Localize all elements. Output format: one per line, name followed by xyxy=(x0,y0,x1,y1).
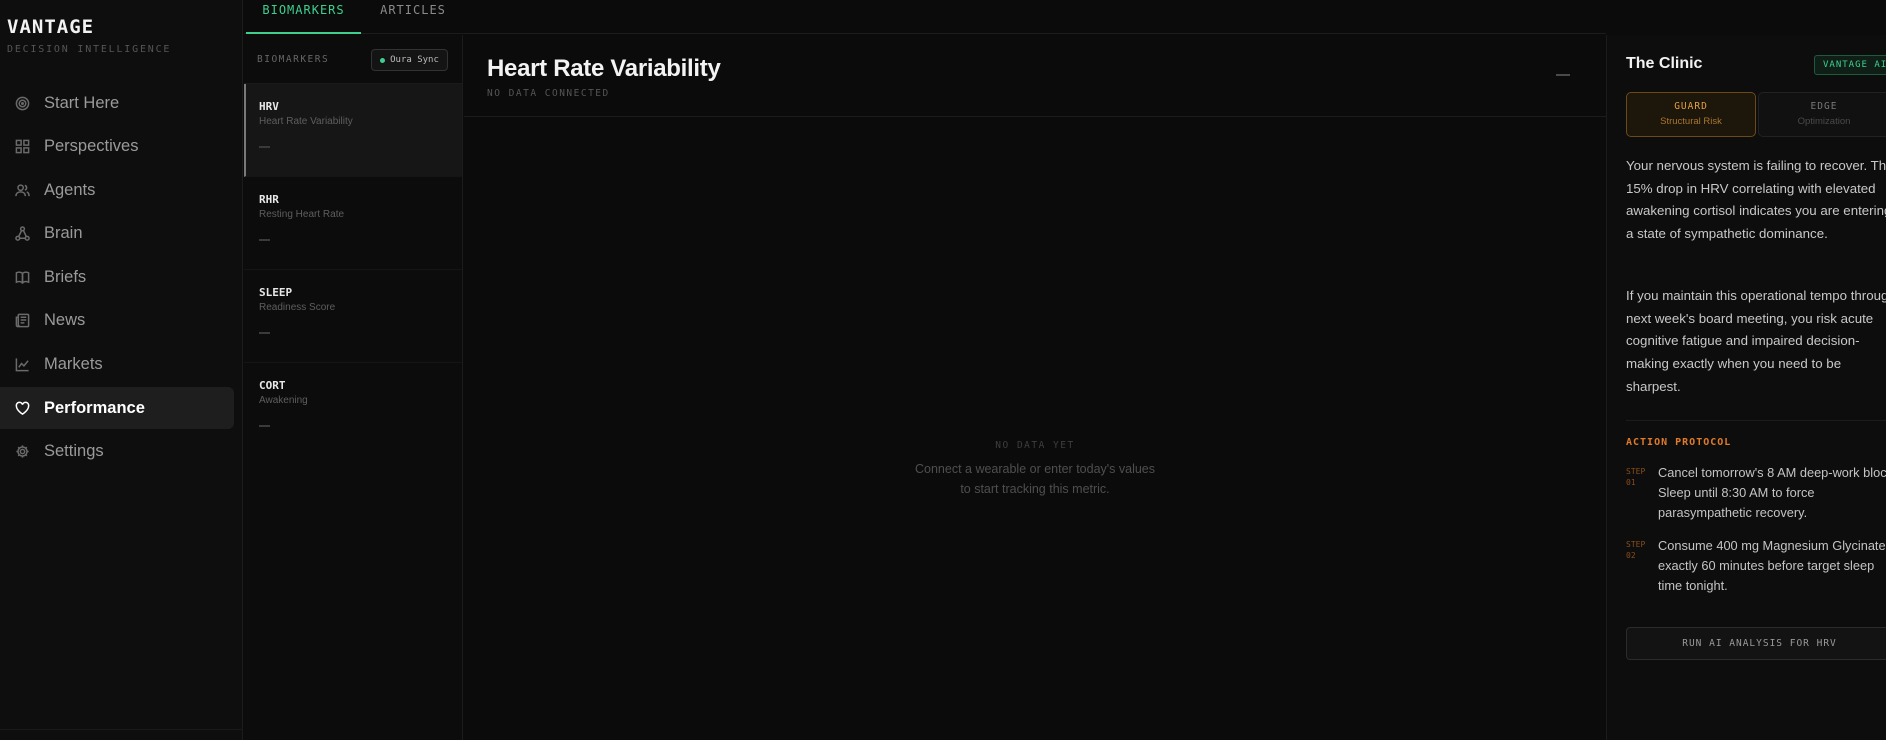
sidebar-item-agents[interactable]: Agents xyxy=(0,169,234,211)
sidebar-item-label: News xyxy=(44,311,86,330)
metric-value-empty xyxy=(1556,74,1570,76)
book-icon xyxy=(15,270,30,285)
empty-state-line-1: Connect a wearable or enter today's valu… xyxy=(914,462,1156,476)
sidebar-divider xyxy=(0,729,243,730)
metric-detail: Heart Rate Variability NO DATA CONNECTED… xyxy=(464,35,1606,740)
biomarker-value-empty xyxy=(259,332,270,334)
sidebar-item-brain[interactable]: Brain xyxy=(0,213,234,255)
step-label: STEP 02 xyxy=(1626,540,1646,560)
sidebar-item-label: Briefs xyxy=(44,267,87,286)
vantage-ai-badge: VANTAGE AI xyxy=(1814,55,1886,75)
newspaper-icon xyxy=(15,313,30,328)
sidebar-item-label: Perspectives xyxy=(44,137,139,156)
empty-state-line-2: to start tracking this metric. xyxy=(960,482,1110,496)
users-icon xyxy=(15,183,30,198)
sidebar-item-label: Start Here xyxy=(44,93,120,112)
mode-label: GUARD xyxy=(1674,101,1708,112)
oura-sync-button[interactable]: Oura Sync xyxy=(371,49,448,71)
page-title: Heart Rate Variability xyxy=(487,55,721,82)
top-tab-bar: BIOMARKERS ARTICLES xyxy=(244,0,1606,34)
connection-status: NO DATA CONNECTED xyxy=(487,88,610,99)
mode-guard-button[interactable]: GUARD Structural Risk xyxy=(1626,92,1756,137)
biomarker-name: Resting Heart Rate xyxy=(259,209,345,220)
sidebar-item-settings[interactable]: Settings xyxy=(0,431,234,473)
step-text: Consume 400 mg Magnesium Glycinate exact… xyxy=(1658,538,1886,593)
sidebar-item-markets[interactable]: Markets xyxy=(0,344,234,386)
sidebar-item-label: Agents xyxy=(44,180,96,199)
biomarker-list-title: BIOMARKERS xyxy=(257,54,330,65)
heart-icon xyxy=(15,401,30,416)
sidebar: VANTAGE DECISION INTELLIGENCE Start Here… xyxy=(0,0,243,740)
action-protocol-title: ACTION PROTOCOL xyxy=(1626,437,1732,448)
mode-edge-button[interactable]: EDGE Optimization xyxy=(1758,92,1886,137)
biomarker-value-empty xyxy=(259,239,270,241)
brand-logo[interactable]: VANTAGE xyxy=(7,16,94,38)
sidebar-item-performance[interactable]: Performance xyxy=(0,387,234,430)
sidebar-item-news[interactable]: News xyxy=(0,300,234,342)
biomarker-list: BIOMARKERS Oura Sync HRV Heart Rate Vari… xyxy=(244,35,463,740)
run-ai-analysis-button[interactable]: RUN AI ANALYSIS FOR HRV xyxy=(1626,627,1886,660)
sidebar-nav: Start Here Perspectives Agents Brain Bri… xyxy=(0,82,243,474)
biomarker-item-hrv[interactable]: HRV Heart Rate Variability xyxy=(244,84,462,177)
empty-state: NO DATA YET Connect a wearable or enter … xyxy=(464,440,1606,499)
metric-header: Heart Rate Variability NO DATA CONNECTED xyxy=(464,35,1606,117)
mode-sublabel: Optimization xyxy=(1797,116,1851,127)
biomarker-code: CORT xyxy=(259,379,286,392)
grid-icon xyxy=(15,139,30,154)
biomarker-code: HRV xyxy=(259,100,279,113)
sync-status-dot xyxy=(380,57,386,63)
mode-sublabel: Structural Risk xyxy=(1660,116,1722,127)
biomarker-item-rhr[interactable]: RHR Resting Heart Rate xyxy=(244,177,462,270)
biomarker-list-header: BIOMARKERS Oura Sync xyxy=(244,35,462,84)
sidebar-item-label: Brain xyxy=(44,224,83,243)
step-text: Cancel tomorrow's 8 AM deep-work block. … xyxy=(1658,465,1886,520)
gear-icon xyxy=(15,444,30,459)
biomarker-name: Heart Rate Variability xyxy=(259,116,353,127)
biomarker-value-empty xyxy=(259,146,270,148)
oura-sync-label: Oura Sync xyxy=(390,55,439,65)
clinic-title: The Clinic xyxy=(1626,55,1703,72)
sidebar-item-label: Settings xyxy=(44,442,104,461)
network-icon xyxy=(15,226,30,242)
empty-state-title: NO DATA YET xyxy=(995,440,1075,451)
sidebar-item-label: Markets xyxy=(44,355,103,374)
biomarker-name: Awakening xyxy=(259,395,308,406)
analysis-paragraph-2: If you maintain this operational tempo t… xyxy=(1626,288,1886,394)
tab-articles[interactable]: ARTICLES xyxy=(364,0,462,34)
sidebar-item-start-here[interactable]: Start Here xyxy=(0,82,234,124)
brand-tagline: DECISION INTELLIGENCE xyxy=(7,44,172,55)
mode-label: EDGE xyxy=(1810,101,1838,112)
sidebar-item-perspectives[interactable]: Perspectives xyxy=(0,126,234,168)
tab-biomarkers[interactable]: BIOMARKERS xyxy=(246,0,361,34)
biomarker-item-sleep[interactable]: SLEEP Readiness Score xyxy=(244,270,462,363)
target-icon xyxy=(15,96,30,111)
step-label: STEP 01 xyxy=(1626,467,1646,487)
section-divider xyxy=(1626,420,1886,421)
sidebar-item-briefs[interactable]: Briefs xyxy=(0,256,234,298)
chart-line-icon xyxy=(15,357,30,372)
clinic-panel: The Clinic VANTAGE AI GUARD Structural R… xyxy=(1606,35,1886,740)
biomarker-code: SLEEP xyxy=(259,286,293,299)
biomarker-code: RHR xyxy=(259,193,279,206)
sidebar-item-label: Performance xyxy=(44,398,145,417)
analysis-paragraph-1: Your nervous system is failing to recove… xyxy=(1626,158,1886,242)
biomarker-value-empty xyxy=(259,425,270,427)
biomarker-name: Readiness Score xyxy=(259,302,336,313)
biomarker-item-cort[interactable]: CORT Awakening xyxy=(244,363,462,456)
